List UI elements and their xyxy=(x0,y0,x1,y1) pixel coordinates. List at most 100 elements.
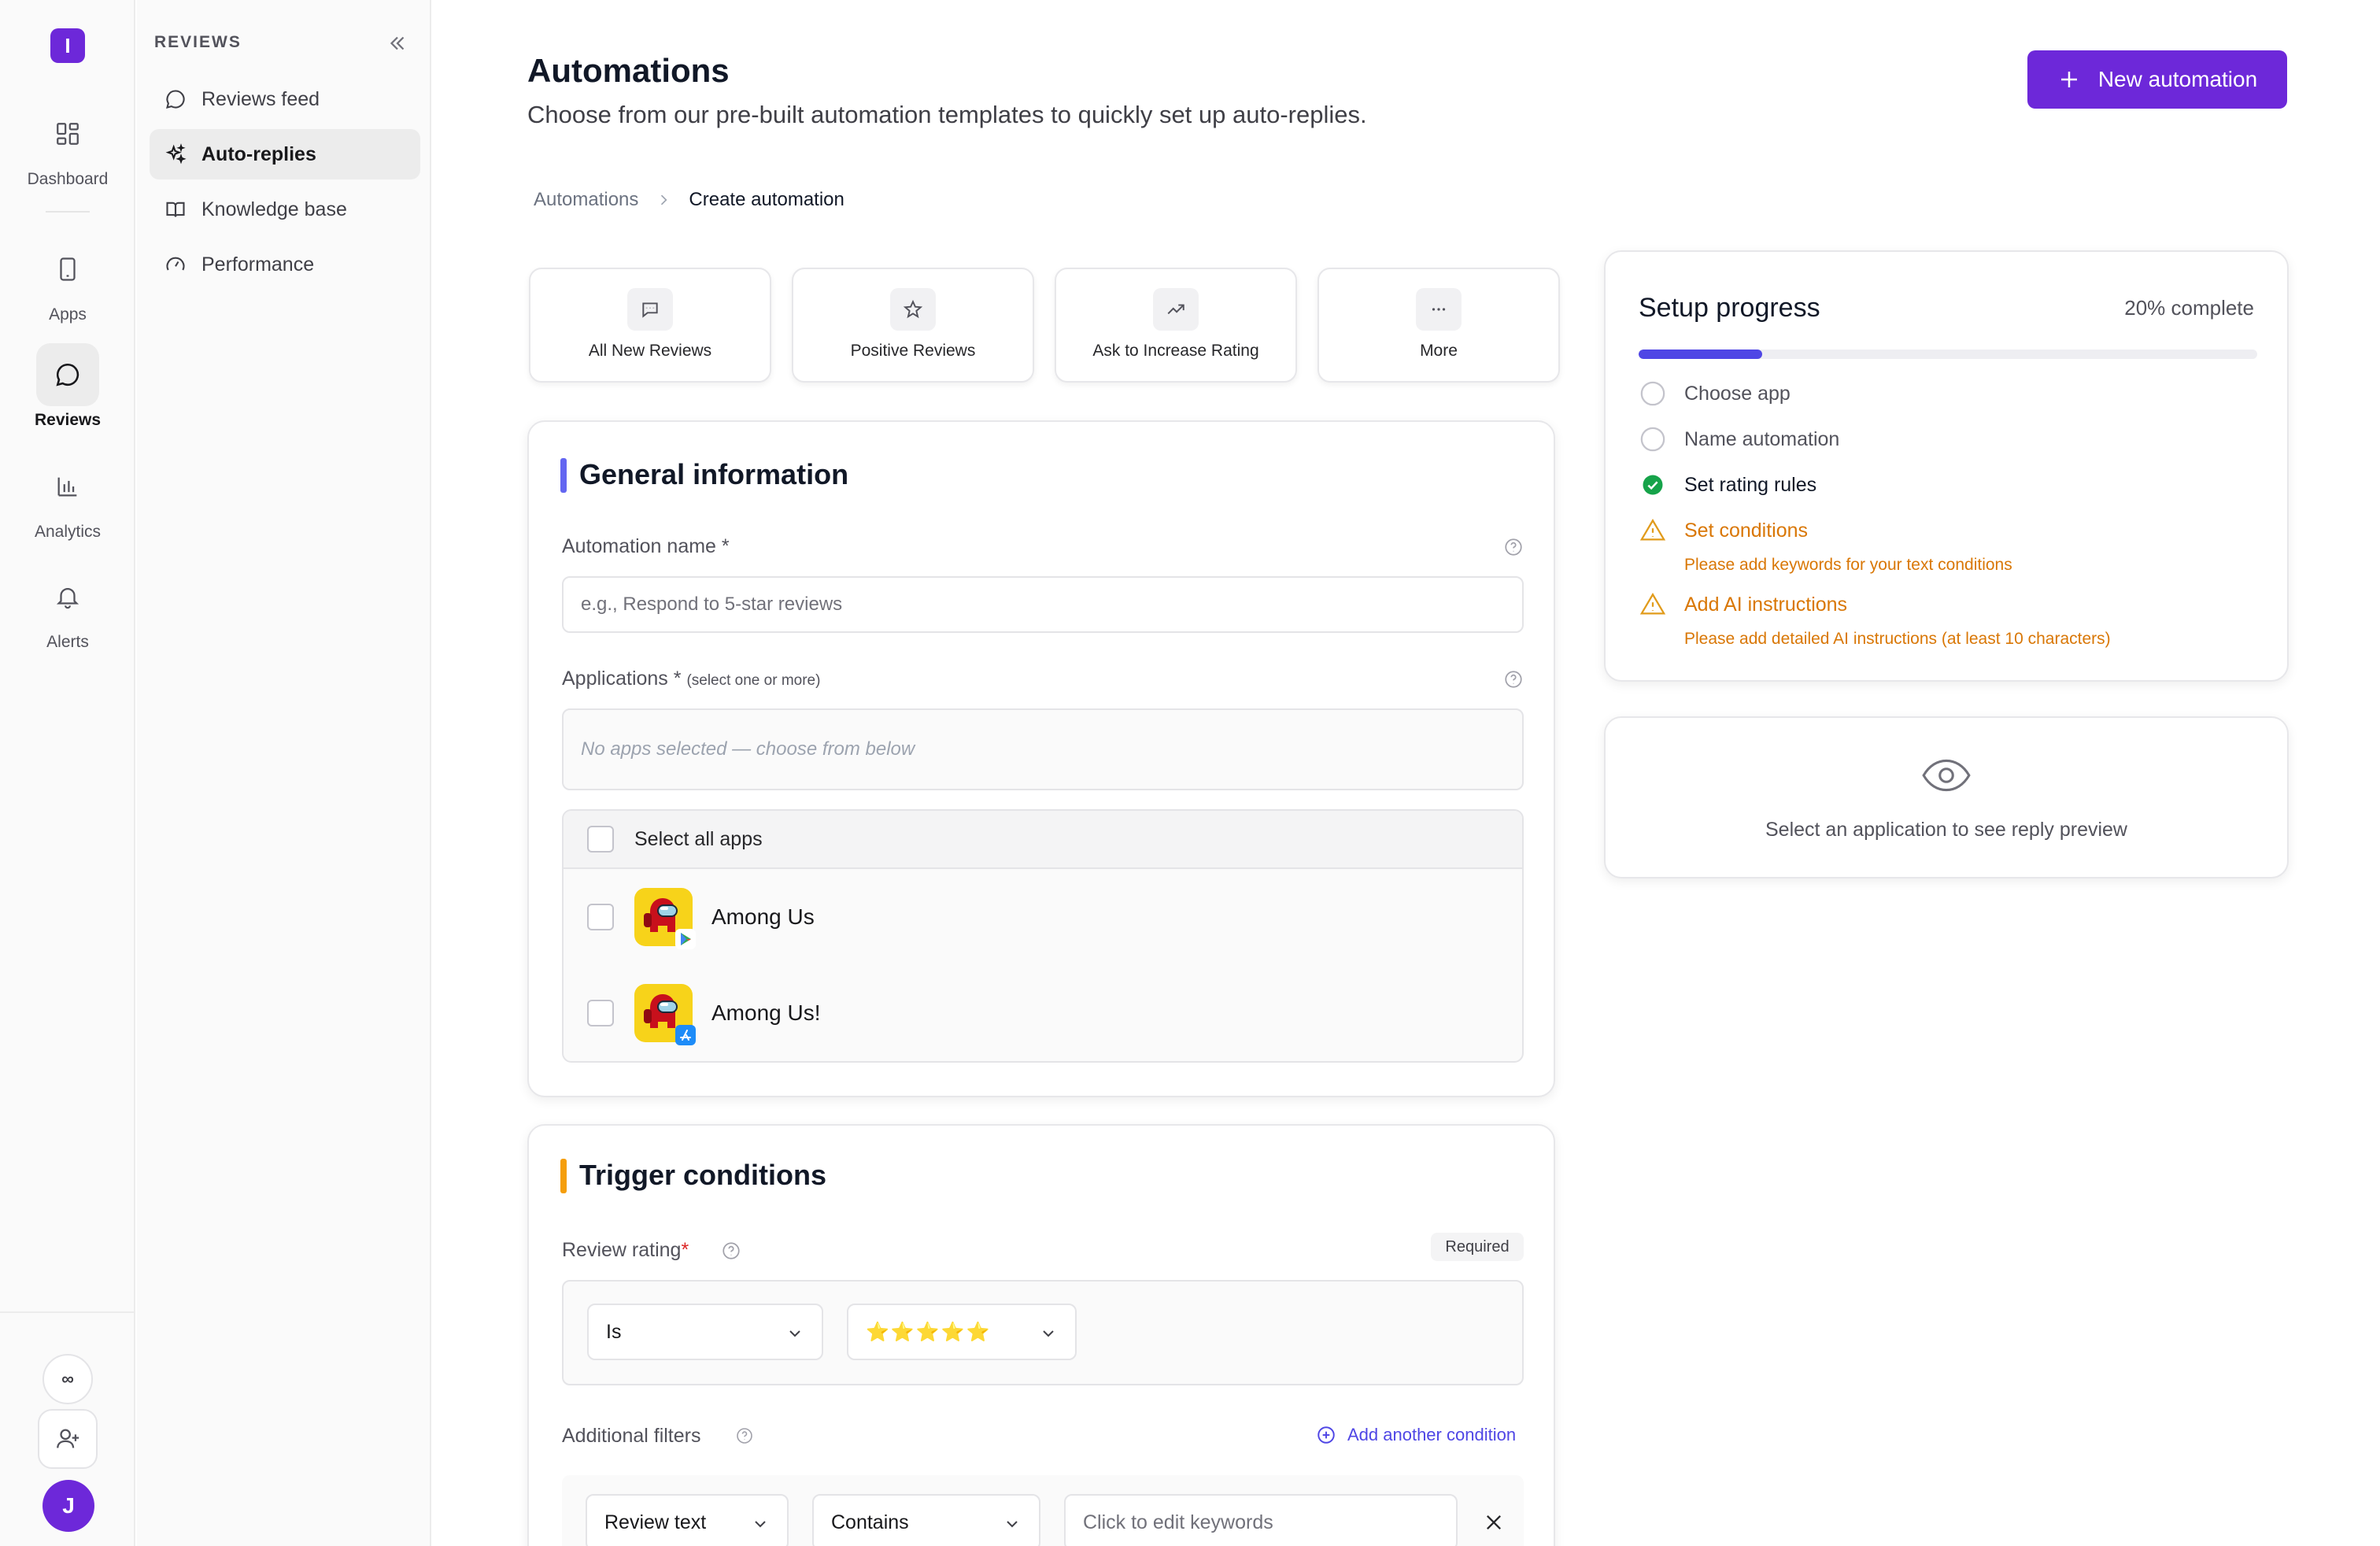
automation-name-input[interactable]: e.g., Respond to 5-star reviews xyxy=(562,576,1524,633)
step-label: Name automation xyxy=(1684,427,1840,450)
step-warning-note: Please add keywords for your text condit… xyxy=(1684,556,2012,574)
phone-icon xyxy=(36,238,99,301)
chevron-down-icon xyxy=(789,1330,800,1337)
add-condition-button[interactable]: Add another condition xyxy=(1316,1425,1516,1445)
rating-condition-box: Is ⭐⭐⭐⭐⭐ xyxy=(562,1280,1524,1385)
help-icon[interactable] xyxy=(735,1426,756,1447)
step-add-ai-instructions[interactable]: Add AI instructions xyxy=(1639,590,1847,619)
applications-hint: (select one or more) xyxy=(686,672,821,689)
rail-label: Apps xyxy=(49,305,87,324)
section-title: General information xyxy=(579,458,849,490)
breadcrumb-parent-link[interactable]: Automations xyxy=(534,189,638,211)
step-name-automation[interactable]: Name automation xyxy=(1639,425,1839,453)
icon-rail: I Dashboard Apps Reviews Analytics Alert… xyxy=(0,0,135,1546)
step-set-rating-rules[interactable]: Set rating rules xyxy=(1639,471,1816,499)
apps-list: Select all apps Among Us Among Us! xyxy=(562,809,1524,1063)
bell-icon xyxy=(36,565,99,628)
gauge-icon xyxy=(164,253,187,276)
help-icon[interactable] xyxy=(721,1241,741,1261)
breadcrumb: Automations Create automation xyxy=(534,189,844,211)
step-set-conditions[interactable]: Set conditions xyxy=(1639,516,1808,545)
preview-empty-text: Select an application to see reply previ… xyxy=(1765,819,2127,841)
app-store-badge-icon xyxy=(675,1025,696,1045)
workspace-logo[interactable]: I xyxy=(50,28,85,63)
select-all-row[interactable]: Select all apps xyxy=(564,811,1522,869)
trigger-conditions-panel: Trigger conditions Review rating* Requir… xyxy=(527,1124,1555,1546)
template-card-ask-increase-rating[interactable]: Ask to Increase Rating xyxy=(1055,268,1297,383)
select-all-label: Select all apps xyxy=(634,827,763,850)
progress-title: Setup progress xyxy=(1639,293,1820,323)
app-row-among-us[interactable]: Among Us xyxy=(564,869,1522,965)
keywords-placeholder: Click to edit keywords xyxy=(1083,1511,1273,1533)
rail-label: Alerts xyxy=(46,633,89,651)
empty-circle-icon xyxy=(1639,425,1667,453)
sidebar-item-reviews-feed[interactable]: Reviews feed xyxy=(150,74,420,124)
reviews-sidebar: REVIEWS Reviews feed Auto-replies Knowle… xyxy=(137,0,431,1546)
sidebar-item-label: Knowledge base xyxy=(201,198,347,220)
app-checkbox[interactable] xyxy=(587,904,614,930)
progress-bar-fill xyxy=(1639,350,1763,359)
collapse-sidebar-button[interactable] xyxy=(386,31,409,55)
sidebar-item-performance[interactable]: Performance xyxy=(150,239,420,290)
breadcrumb-current: Create automation xyxy=(689,189,844,210)
add-condition-label: Add another condition xyxy=(1347,1425,1517,1444)
remove-condition-button[interactable] xyxy=(1483,1511,1505,1537)
infinity-button[interactable]: ∞ xyxy=(42,1354,93,1404)
bar-chart-icon xyxy=(36,455,99,518)
sidebar-item-label: Reviews feed xyxy=(201,87,320,110)
rating-stars-select[interactable]: ⭐⭐⭐⭐⭐ xyxy=(847,1304,1077,1360)
chat-bubble-icon xyxy=(164,87,187,111)
keywords-input[interactable]: Click to edit keywords xyxy=(1064,1494,1458,1546)
step-warning-note: Please add detailed AI instructions (at … xyxy=(1684,630,2111,648)
template-label: All New Reviews xyxy=(588,342,712,360)
select-value: Review text xyxy=(604,1511,707,1533)
rail-item-analytics[interactable]: Analytics xyxy=(0,455,135,542)
general-information-panel: General information Automation name * e.… xyxy=(527,420,1555,1097)
filter-operator-select[interactable]: Contains xyxy=(812,1494,1040,1546)
selected-apps-field[interactable]: No apps selected — choose from below xyxy=(562,708,1524,790)
among-us-app-icon xyxy=(634,984,696,1045)
help-icon[interactable] xyxy=(1503,537,1524,557)
sidebar-item-auto-replies[interactable]: Auto-replies xyxy=(150,129,420,179)
rail-label: Analytics xyxy=(34,523,102,541)
template-card-all-new-reviews[interactable]: All New Reviews xyxy=(529,268,771,383)
applications-label-text: Applications * xyxy=(562,668,682,690)
rail-divider xyxy=(0,1311,135,1313)
rail-item-reviews[interactable]: Reviews xyxy=(0,343,135,430)
close-icon xyxy=(1487,1515,1501,1529)
template-label: Positive Reviews xyxy=(850,342,976,360)
rail-item-apps[interactable]: Apps xyxy=(0,238,135,324)
sidebar-item-knowledge-base[interactable]: Knowledge base xyxy=(150,184,420,235)
app-name: Among Us! xyxy=(711,1000,821,1025)
star-icon xyxy=(890,288,936,331)
step-choose-app[interactable]: Choose app xyxy=(1639,379,1791,408)
add-user-button[interactable] xyxy=(38,1409,98,1469)
new-automation-button[interactable]: New automation xyxy=(2027,50,2287,109)
step-label: Add AI instructions xyxy=(1684,593,1848,616)
chevron-right-icon xyxy=(661,194,667,205)
required-asterisk: * xyxy=(681,1239,689,1261)
help-icon[interactable] xyxy=(1503,669,1524,690)
google-play-badge-icon xyxy=(675,929,696,949)
user-plus-icon xyxy=(57,1429,79,1448)
automation-name-placeholder: e.g., Respond to 5-star reviews xyxy=(581,594,843,615)
app-name: Among Us xyxy=(711,904,815,929)
template-card-more[interactable]: More xyxy=(1318,268,1560,383)
app-row-among-us-ios[interactable]: Among Us! xyxy=(564,965,1522,1061)
step-label: Set rating rules xyxy=(1684,473,1817,496)
filter-field-select[interactable]: Review text xyxy=(586,1494,789,1546)
rail-item-dashboard[interactable]: Dashboard xyxy=(0,102,135,189)
rail-item-alerts[interactable]: Alerts xyxy=(0,565,135,652)
sidebar-title: REVIEWS xyxy=(154,33,242,51)
rating-operator-select[interactable]: Is xyxy=(587,1304,823,1360)
message-icon xyxy=(627,288,673,331)
chevron-down-icon xyxy=(1007,1521,1018,1528)
user-avatar[interactable]: J xyxy=(42,1480,94,1532)
warning-icon xyxy=(1639,516,1667,545)
reply-preview-panel: Select an application to see reply previ… xyxy=(1604,716,2289,878)
step-label: Set conditions xyxy=(1684,519,1809,542)
app-checkbox[interactable] xyxy=(587,1000,614,1026)
eye-icon xyxy=(1606,756,2287,799)
select-all-checkbox[interactable] xyxy=(587,826,614,853)
template-card-positive-reviews[interactable]: Positive Reviews xyxy=(792,268,1034,383)
